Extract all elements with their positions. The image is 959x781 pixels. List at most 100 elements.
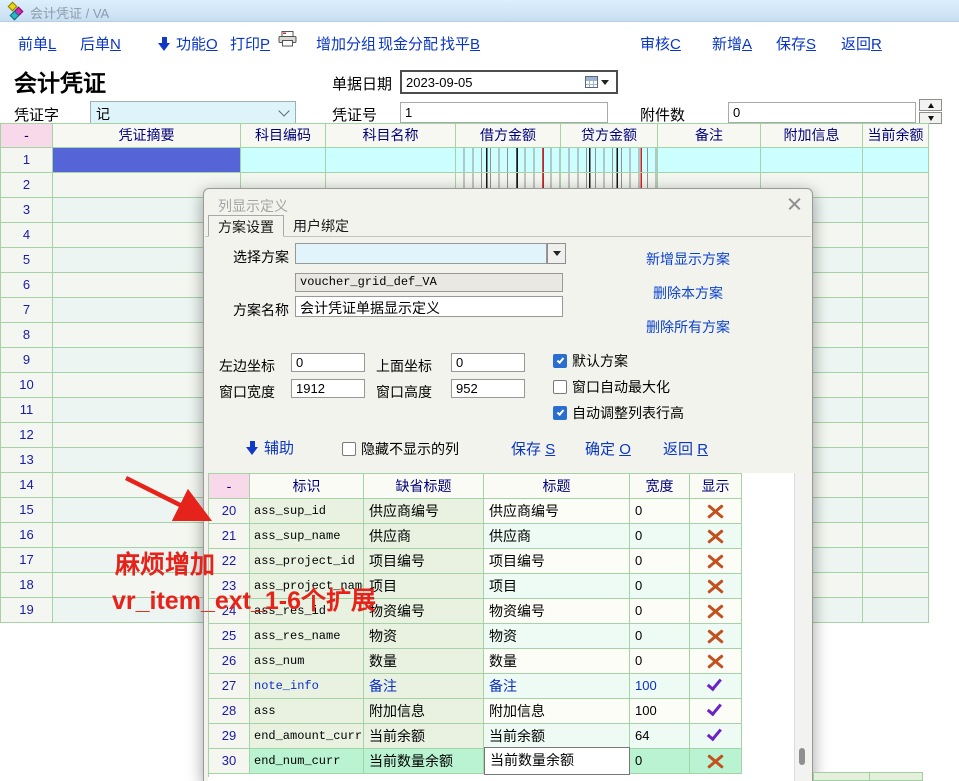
- cell-show[interactable]: [690, 499, 742, 524]
- header-account-name[interactable]: 科目名称: [326, 124, 456, 148]
- cell-id[interactable]: note_info: [250, 674, 364, 699]
- cell-def[interactable]: 供应商: [364, 524, 484, 549]
- dialog-save-button[interactable]: 保存 S: [511, 438, 555, 459]
- cell-title[interactable]: 供应商: [484, 524, 630, 549]
- tab-scheme-settings[interactable]: 方案设置: [208, 215, 284, 237]
- cell-def[interactable]: 物资编号: [364, 599, 484, 624]
- checkbox-hide-hidden-columns[interactable]: 隐藏不显示的列: [342, 439, 459, 459]
- cell-w[interactable]: 0: [630, 574, 690, 599]
- voucher-cell[interactable]: [761, 148, 863, 173]
- row-number[interactable]: 9: [1, 348, 53, 373]
- voucher-cell[interactable]: [863, 323, 929, 348]
- scheme-name-input[interactable]: 会计凭证单据显示定义: [295, 296, 563, 317]
- cell-num[interactable]: 25: [209, 624, 250, 649]
- spinner-up-button[interactable]: [919, 99, 942, 111]
- cell-show[interactable]: [690, 649, 742, 674]
- window-width-input[interactable]: 1912: [291, 379, 365, 398]
- cell-title[interactable]: 附加信息: [484, 699, 630, 724]
- cell-def[interactable]: 附加信息: [364, 699, 484, 724]
- row-number[interactable]: 15: [1, 498, 53, 523]
- header-credit-amount[interactable]: 贷方金额: [561, 124, 658, 148]
- row-number[interactable]: 13: [1, 448, 53, 473]
- cell-title[interactable]: 数量: [484, 649, 630, 674]
- voucher-cell[interactable]: [863, 548, 929, 573]
- cell-num[interactable]: 28: [209, 699, 250, 724]
- cell-id[interactable]: ass_res_name: [250, 624, 364, 649]
- voucher-cell[interactable]: [863, 173, 929, 198]
- voucher-cell[interactable]: [863, 273, 929, 298]
- scrollbar-thumb[interactable]: [799, 748, 805, 765]
- cell-num[interactable]: 26: [209, 649, 250, 674]
- voucher-cell[interactable]: [863, 373, 929, 398]
- cell-w[interactable]: 0: [630, 549, 690, 574]
- cell-w[interactable]: 0: [630, 749, 690, 774]
- cell-w[interactable]: 100: [630, 699, 690, 724]
- top-coord-input[interactable]: 0: [451, 353, 525, 372]
- cell-show[interactable]: [690, 724, 742, 749]
- add-scheme-link[interactable]: 新增显示方案: [646, 249, 730, 269]
- attachment-count-input[interactable]: 0: [728, 102, 916, 123]
- print-button[interactable]: 打印P: [230, 33, 270, 54]
- left-coord-input[interactable]: 0: [291, 353, 365, 372]
- cell-id[interactable]: ass: [250, 699, 364, 724]
- cell-num[interactable]: 22: [209, 549, 250, 574]
- cell-title[interactable]: 当前数量余额: [484, 747, 630, 775]
- cell-w[interactable]: 100: [630, 674, 690, 699]
- voucher-word-select[interactable]: 记: [90, 101, 296, 124]
- checkbox-auto-row-height[interactable]: 自动调整列表行高: [553, 403, 684, 423]
- row-number[interactable]: 11: [1, 398, 53, 423]
- header-account-code[interactable]: 科目编码: [241, 124, 326, 148]
- voucher-cell[interactable]: [561, 148, 658, 173]
- printer-icon-button[interactable]: [278, 31, 297, 51]
- header-default-title[interactable]: 缺省标题: [364, 474, 484, 499]
- voucher-cell[interactable]: [863, 298, 929, 323]
- cell-title[interactable]: 项目: [484, 574, 630, 599]
- dialog-return-button[interactable]: 返回 R: [663, 438, 708, 459]
- voucher-cell[interactable]: [863, 198, 929, 223]
- header-debit-amount[interactable]: 借方金额: [456, 124, 561, 148]
- header-row-selector[interactable]: -: [1, 124, 53, 148]
- cell-def[interactable]: 当前数量余额: [364, 749, 484, 774]
- row-number[interactable]: 17: [1, 548, 53, 573]
- row-number[interactable]: 3: [1, 198, 53, 223]
- header-current-balance[interactable]: 当前余额: [863, 124, 929, 148]
- cell-def[interactable]: 供应商编号: [364, 499, 484, 524]
- voucher-cell[interactable]: [863, 448, 929, 473]
- cell-id[interactable]: end_amount_curr: [250, 724, 364, 749]
- new-button[interactable]: 新增A: [712, 33, 752, 54]
- return-button[interactable]: 返回R: [841, 33, 882, 54]
- voucher-cell[interactable]: [863, 498, 929, 523]
- aux-button[interactable]: 辅助: [246, 437, 294, 458]
- voucher-cell[interactable]: [863, 348, 929, 373]
- table-scrollbar[interactable]: [794, 473, 808, 781]
- balance-button[interactable]: 找平B: [440, 33, 480, 54]
- checkbox-default-scheme[interactable]: 默认方案: [553, 351, 628, 371]
- dialog-close-button[interactable]: [788, 197, 802, 211]
- voucher-cell[interactable]: [863, 523, 929, 548]
- row-number[interactable]: 2: [1, 173, 53, 198]
- cell-title[interactable]: 物资编号: [484, 599, 630, 624]
- voucher-cell[interactable]: [863, 148, 929, 173]
- cell-w[interactable]: 0: [630, 599, 690, 624]
- voucher-cell[interactable]: [863, 223, 929, 248]
- row-number[interactable]: 4: [1, 223, 53, 248]
- cell-def[interactable]: 备注: [364, 674, 484, 699]
- doc-date-input[interactable]: 2023-09-05: [400, 70, 618, 94]
- voucher-cell[interactable]: [863, 598, 929, 623]
- window-height-input[interactable]: 952: [451, 379, 525, 398]
- row-number[interactable]: 7: [1, 298, 53, 323]
- row-number[interactable]: 8: [1, 323, 53, 348]
- tab-user-binding[interactable]: 用户绑定: [284, 215, 358, 237]
- cell-id[interactable]: ass_sup_id: [250, 499, 364, 524]
- cell-w[interactable]: 0: [630, 624, 690, 649]
- header-summary[interactable]: 凭证摘要: [53, 124, 241, 148]
- row-number[interactable]: 16: [1, 523, 53, 548]
- cell-def[interactable]: 项目编号: [364, 549, 484, 574]
- cell-show[interactable]: [690, 749, 742, 774]
- cell-def[interactable]: 数量: [364, 649, 484, 674]
- cell-title[interactable]: 供应商编号: [484, 499, 630, 524]
- row-number[interactable]: 10: [1, 373, 53, 398]
- cell-num[interactable]: 30: [209, 749, 250, 774]
- cell-num[interactable]: 27: [209, 674, 250, 699]
- cell-show[interactable]: [690, 624, 742, 649]
